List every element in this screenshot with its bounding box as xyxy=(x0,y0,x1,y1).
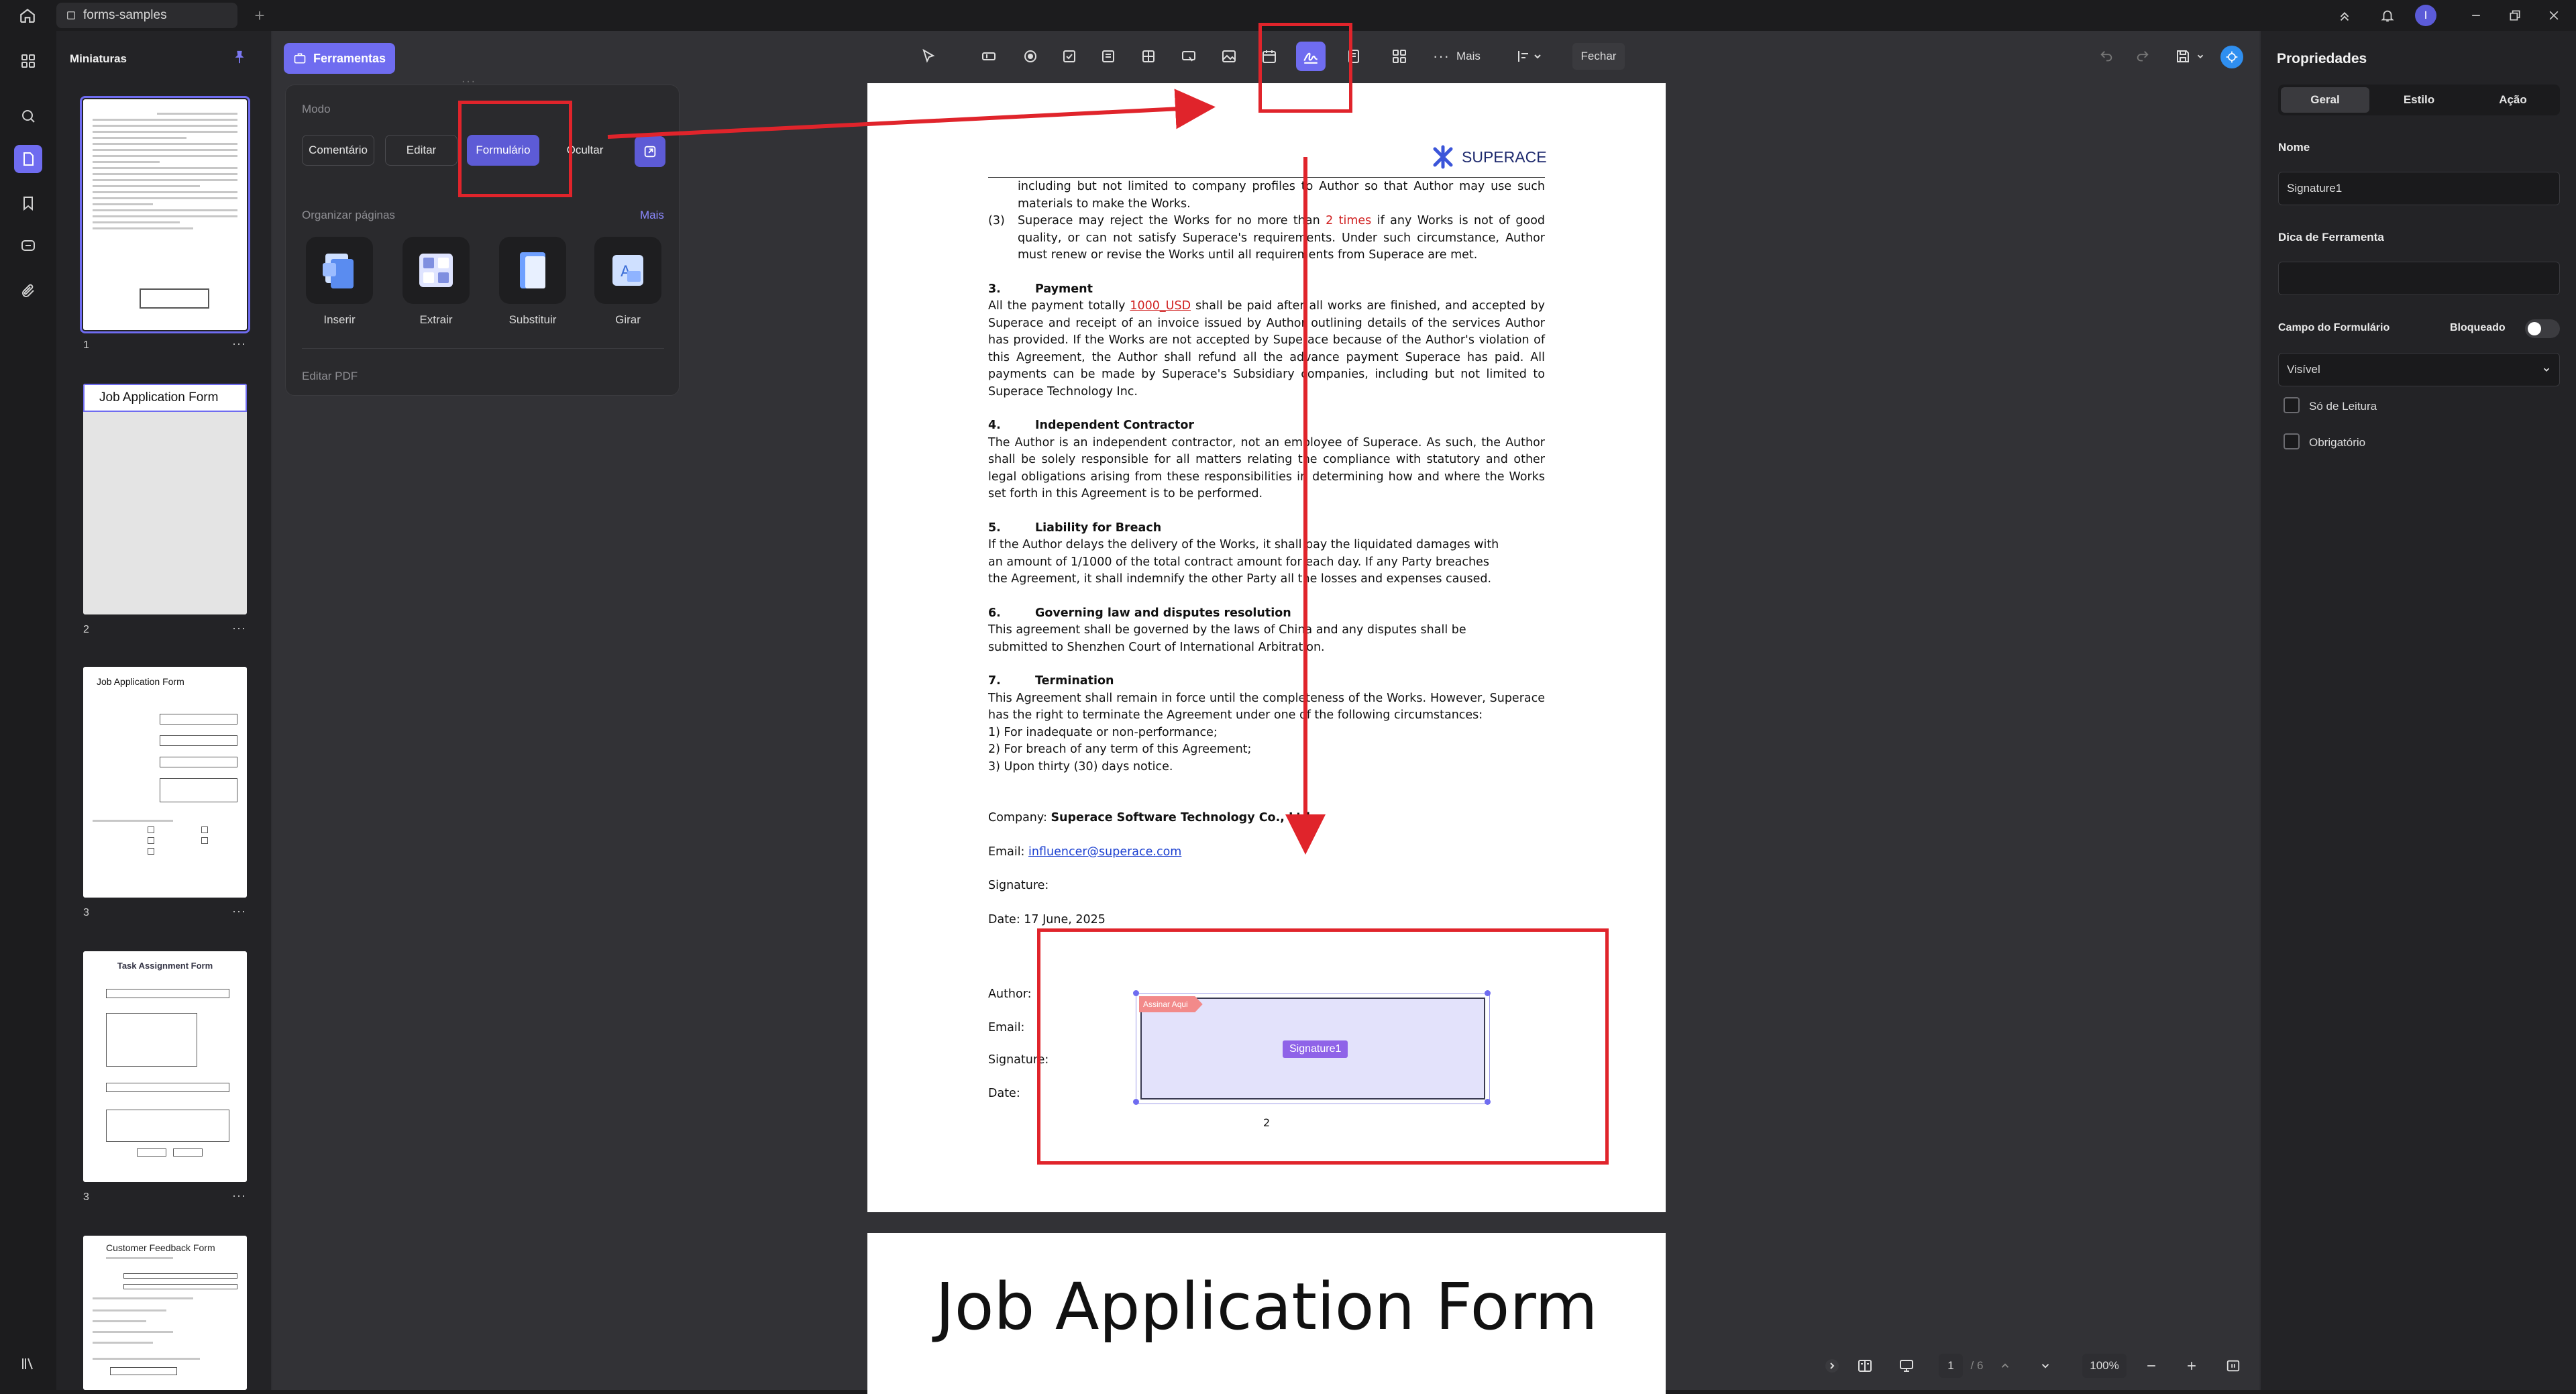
page-view-icon[interactable] xyxy=(1853,1354,1877,1378)
next-page-icon[interactable] xyxy=(2035,1354,2055,1378)
visibility-value: Visível xyxy=(2287,363,2320,376)
tooltip-label: Dica de Ferramenta xyxy=(2278,231,2384,244)
required-checkbox[interactable] xyxy=(2284,433,2300,449)
readonly-checkbox[interactable] xyxy=(2284,397,2300,413)
presentation-icon[interactable] xyxy=(1894,1354,1919,1378)
previous-page-icon[interactable] xyxy=(1995,1354,2015,1378)
visibility-select[interactable]: Visível xyxy=(2278,353,2560,386)
page-number-input[interactable]: 1 xyxy=(1939,1354,1963,1378)
readonly-label: Só de Leitura xyxy=(2309,400,2377,413)
tab-action[interactable]: Ação xyxy=(2469,87,2557,113)
required-label: Obrigatório xyxy=(2309,436,2366,449)
chevron-down-icon xyxy=(2543,368,2550,372)
name-field[interactable]: Signature1 xyxy=(2278,172,2560,205)
form-field-label: Campo do Formulário xyxy=(2278,322,2390,333)
annotation-arrows xyxy=(607,89,1326,855)
tab-general[interactable]: Geral xyxy=(2281,87,2369,113)
properties-panel: Propriedades Geral Estilo Ação Nome Sign… xyxy=(2259,31,2576,1390)
zoom-out-icon[interactable] xyxy=(2141,1354,2161,1378)
name-label: Nome xyxy=(2278,141,2310,154)
zoom-level[interactable]: 100% xyxy=(2082,1354,2127,1378)
tooltip-field[interactable] xyxy=(2278,262,2560,295)
arrow-to-toolbar xyxy=(607,89,1216,139)
zoom-in-icon[interactable] xyxy=(2182,1354,2202,1378)
tab-style[interactable]: Estilo xyxy=(2375,87,2463,113)
locked-label: Bloqueado xyxy=(2450,322,2506,333)
collapse-icon[interactable] xyxy=(1822,1354,1842,1378)
page-total: / 6 xyxy=(1970,1359,1984,1372)
locked-toggle[interactable] xyxy=(2525,319,2560,338)
properties-tabs: Geral Estilo Ação xyxy=(2278,85,2560,115)
toggle-knob xyxy=(2528,322,2541,335)
properties-title: Propriedades xyxy=(2277,51,2367,66)
fit-page-icon[interactable] xyxy=(2223,1354,2243,1378)
